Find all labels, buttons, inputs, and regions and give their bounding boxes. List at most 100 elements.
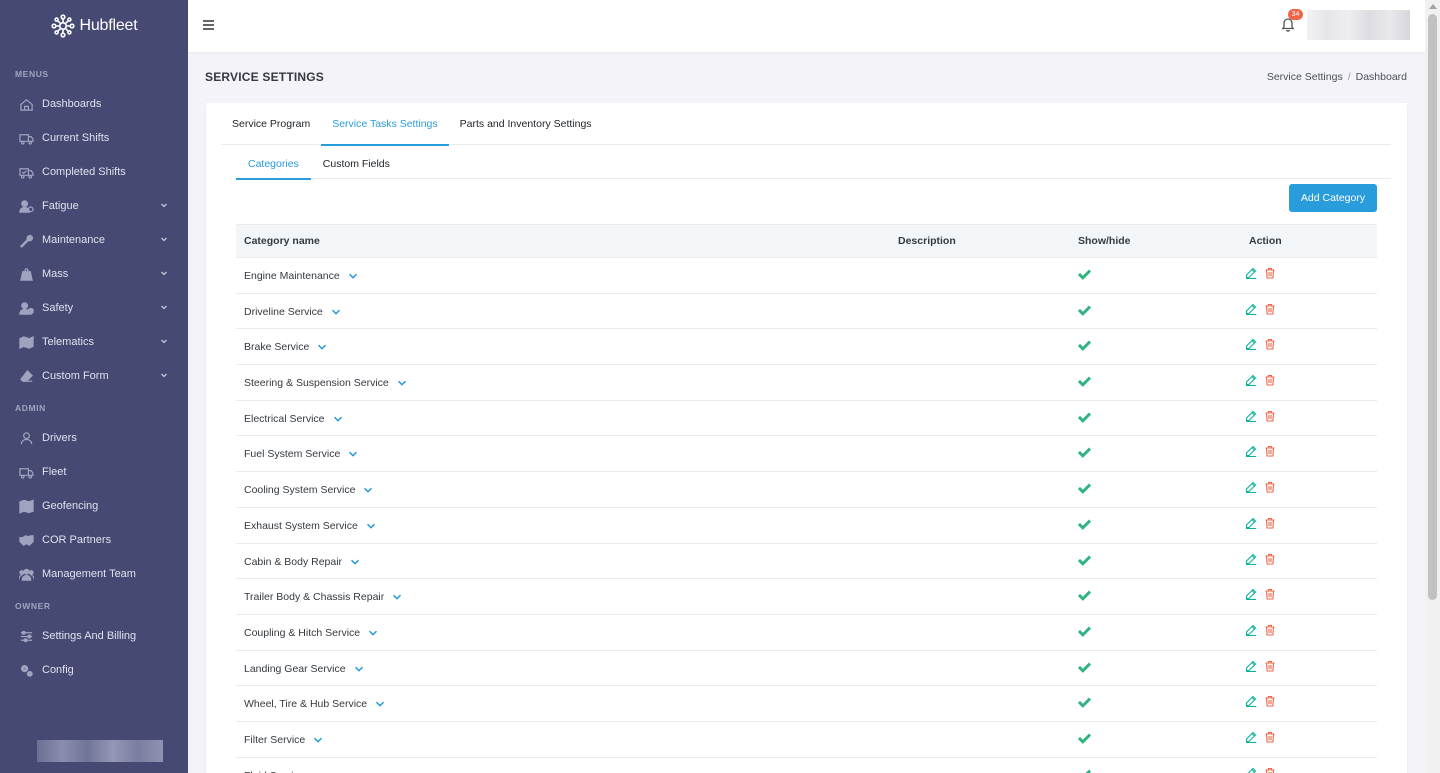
column-header-show-hide[interactable]: Show/hide: [1078, 235, 1131, 247]
chevron-down-icon[interactable]: [333, 414, 343, 424]
visible-check-icon[interactable]: [1077, 374, 1092, 389]
visible-check-icon[interactable]: [1077, 410, 1092, 425]
edit-icon[interactable]: [1245, 481, 1257, 494]
sidebar-item-telematics[interactable]: Telematics: [0, 325, 188, 359]
breadcrumb-item-dashboard[interactable]: Dashboard: [1356, 71, 1407, 83]
trash-icon[interactable]: [1264, 445, 1276, 457]
sidebar-item-custom-form[interactable]: Custom Form: [0, 359, 188, 393]
edit-icon[interactable]: [1245, 338, 1257, 351]
column-header-description[interactable]: Description: [898, 235, 956, 247]
visible-check-icon[interactable]: [1077, 553, 1092, 568]
hamburger-menu-icon[interactable]: [201, 17, 217, 33]
sidebar-item-config[interactable]: Config: [0, 653, 188, 687]
visible-check-icon[interactable]: [1077, 267, 1092, 282]
sidebar-item-completed-shifts[interactable]: Completed Shifts: [0, 155, 188, 189]
user-profile-placeholder[interactable]: [1307, 10, 1410, 40]
edit-icon[interactable]: [1245, 553, 1257, 565]
edit-icon[interactable]: [1245, 660, 1257, 672]
sidebar-user-placeholder[interactable]: [37, 740, 163, 762]
trash-icon[interactable]: [1264, 303, 1276, 315]
visible-check-icon[interactable]: [1077, 624, 1092, 639]
chevron-down-icon[interactable]: [160, 269, 168, 277]
trash-icon[interactable]: [1264, 410, 1276, 422]
chevron-down-icon[interactable]: [160, 303, 168, 311]
trash-icon[interactable]: [1264, 517, 1276, 529]
chevron-down-icon[interactable]: [366, 521, 376, 531]
visible-check-icon[interactable]: [1077, 303, 1092, 318]
chevron-down-icon[interactable]: [317, 342, 327, 352]
sidebar-item-management-team[interactable]: Management Team: [0, 557, 188, 591]
edit-icon[interactable]: [1245, 624, 1257, 636]
trash-icon[interactable]: [1264, 624, 1276, 636]
chevron-down-icon[interactable]: [313, 735, 323, 745]
sidebar-item-cor-partners[interactable]: COR Partners: [0, 523, 188, 557]
subtab-custom-fields[interactable]: Custom Fields: [311, 149, 402, 179]
trash-icon[interactable]: [1264, 338, 1276, 350]
chevron-down-icon[interactable]: [368, 628, 378, 638]
chevron-down-icon[interactable]: [363, 485, 373, 495]
chevron-down-icon[interactable]: [392, 592, 402, 602]
visible-check-icon[interactable]: [1077, 517, 1092, 532]
trash-icon[interactable]: [1264, 731, 1276, 743]
edit-icon[interactable]: [1245, 267, 1257, 279]
sidebar-item-current-shifts[interactable]: Current Shifts: [0, 121, 188, 155]
subtab-categories[interactable]: Categories: [236, 149, 311, 180]
sidebar-item-fatigue[interactable]: Fatigue: [0, 189, 188, 223]
trash-icon[interactable]: [1264, 267, 1276, 279]
trash-icon[interactable]: [1264, 588, 1276, 600]
add-category-button[interactable]: Add Category: [1289, 184, 1377, 212]
edit-icon[interactable]: [1245, 695, 1257, 708]
chevron-down-icon[interactable]: [397, 378, 407, 388]
trash-icon[interactable]: [1264, 767, 1276, 773]
sidebar-item-fleet[interactable]: Fleet: [0, 455, 188, 489]
chevron-down-icon[interactable]: [331, 307, 341, 317]
edit-icon[interactable]: [1245, 303, 1257, 315]
edit-icon[interactable]: [1245, 767, 1257, 773]
chevron-down-icon[interactable]: [348, 271, 358, 281]
trash-icon[interactable]: [1264, 660, 1276, 672]
column-header-category-name[interactable]: Category name: [244, 235, 320, 247]
visible-check-icon[interactable]: [1077, 338, 1092, 353]
edit-icon[interactable]: [1245, 517, 1257, 529]
visible-check-icon[interactable]: [1077, 445, 1092, 460]
breadcrumb-item-service-settings[interactable]: Service Settings: [1267, 71, 1343, 83]
tab-parts-and-inventory-settings[interactable]: Parts and Inventory Settings: [449, 103, 603, 145]
visible-check-icon[interactable]: [1077, 767, 1092, 773]
chevron-down-icon[interactable]: [348, 449, 358, 459]
chevron-down-icon[interactable]: [160, 371, 168, 379]
chevron-down-icon[interactable]: [350, 557, 360, 567]
trash-icon[interactable]: [1264, 481, 1276, 493]
page-scrollbar[interactable]: [1425, 0, 1440, 773]
visible-check-icon[interactable]: [1077, 695, 1092, 710]
sidebar-item-safety[interactable]: Safety: [0, 291, 188, 325]
visible-check-icon[interactable]: [1077, 660, 1092, 675]
chevron-down-icon[interactable]: [354, 664, 364, 674]
chevron-down-icon[interactable]: [375, 699, 385, 709]
scroll-up-arrow-icon[interactable]: [1429, 4, 1437, 9]
visible-check-icon[interactable]: [1077, 731, 1092, 746]
trash-icon[interactable]: [1264, 374, 1276, 386]
sidebar-item-settings-and-billing[interactable]: Settings And Billing: [0, 619, 188, 653]
edit-icon[interactable]: [1245, 445, 1257, 458]
chevron-down-icon[interactable]: [160, 337, 168, 345]
edit-icon[interactable]: [1245, 731, 1257, 743]
scrollbar-thumb[interactable]: [1428, 14, 1437, 600]
visible-check-icon[interactable]: [1077, 588, 1092, 603]
edit-icon[interactable]: [1245, 374, 1257, 387]
sidebar-item-mass[interactable]: Mass: [0, 257, 188, 291]
sidebar-item-dashboards[interactable]: Dashboards: [0, 87, 188, 121]
tab-service-tasks-settings[interactable]: Service Tasks Settings: [321, 103, 450, 146]
edit-icon[interactable]: [1245, 410, 1257, 422]
trash-icon[interactable]: [1264, 695, 1276, 707]
trash-icon[interactable]: [1264, 553, 1276, 565]
sidebar-item-drivers[interactable]: Drivers: [0, 421, 188, 455]
table-row: Driveline Service: [236, 293, 1377, 330]
chevron-down-icon[interactable]: [160, 201, 168, 209]
sidebar-item-maintenance[interactable]: Maintenance: [0, 223, 188, 257]
edit-icon[interactable]: [1245, 588, 1257, 601]
chevron-down-icon[interactable]: [160, 235, 168, 243]
brand-logo[interactable]: Hubfleet: [0, 0, 188, 52]
tab-service-program[interactable]: Service Program: [221, 103, 321, 145]
visible-check-icon[interactable]: [1077, 481, 1092, 496]
sidebar-item-geofencing[interactable]: Geofencing: [0, 489, 188, 523]
